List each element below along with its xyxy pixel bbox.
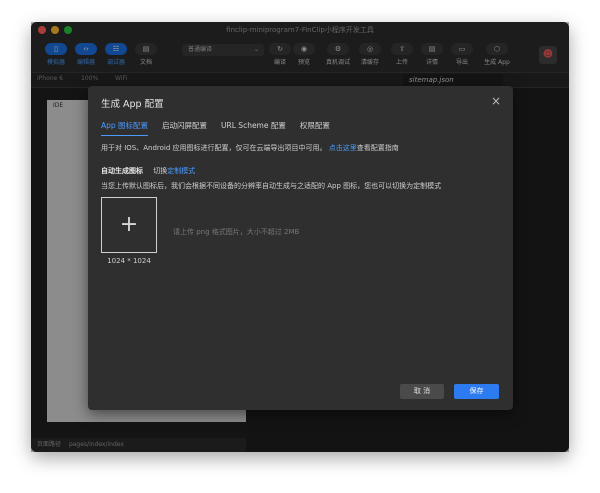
upload-hint: 请上传 png 格式图片，大小不超过 2MB [173, 228, 300, 236]
tab-url-scheme[interactable]: URL Scheme 配置 [221, 120, 286, 136]
mode-row: 自动生成图标 切换定制模式 [101, 167, 196, 175]
tab-app-icon[interactable]: App 图标配置 [101, 120, 149, 136]
icon-size-label: 1024 * 1024 [107, 257, 151, 265]
description: 用于对 IOS、Android 应用图标进行配置，仅可在云端导出项目中可用。 点… [101, 144, 399, 152]
guide-link[interactable]: 点击这里 [329, 144, 357, 152]
tab-splash[interactable]: 启动闪屏配置 [162, 120, 207, 136]
plus-icon: + [119, 212, 139, 237]
dialog-title: 生成 App 配置 [101, 99, 164, 110]
cancel-button[interactable]: 取 消 [400, 384, 444, 399]
save-button[interactable]: 保存 [454, 384, 499, 399]
icon-upload-box[interactable]: + [101, 197, 157, 253]
close-icon[interactable]: × [491, 94, 501, 108]
generate-app-dialog: 生成 App 配置 × App 图标配置 启动闪屏配置 URL Scheme 配… [88, 86, 513, 410]
tab-permissions[interactable]: 权限配置 [300, 120, 330, 136]
help-text: 当您上传默认图标后，我们会根据不同设备的分辨率自动生成与之适配的 App 图标，… [101, 182, 442, 190]
dialog-tabs: App 图标配置 启动闪屏配置 URL Scheme 配置 权限配置 [101, 120, 330, 136]
switch-custom-mode-link[interactable]: 定制模式 [167, 167, 195, 175]
auto-generate-label: 自动生成图标 [101, 167, 143, 175]
